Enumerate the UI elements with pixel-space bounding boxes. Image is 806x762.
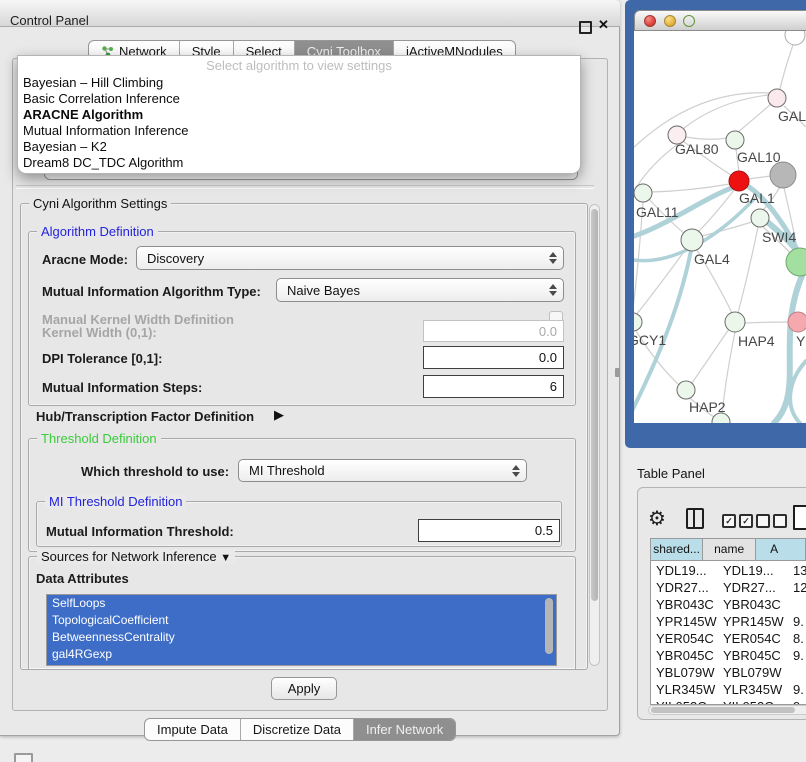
float-window-icon[interactable] <box>579 21 592 34</box>
dropdown-item[interactable]: Basic Correlation Inference <box>18 91 580 107</box>
dpi-tolerance-field[interactable]: 0.0 <box>423 346 564 369</box>
svg-text:GAL: GAL <box>778 108 806 124</box>
zoom-traffic-icon[interactable] <box>683 15 695 27</box>
svg-text:GCY1: GCY1 <box>634 332 666 348</box>
deselect-all-checks-icon[interactable] <box>756 514 787 528</box>
table-row[interactable]: YLR345W YLR345W 9. <box>651 682 806 699</box>
list-item[interactable]: BetweennessCentrality <box>47 629 556 646</box>
algorithm-dropdown-popup: Select algorithm to view settings Bayesi… <box>17 55 581 174</box>
svg-text:GAL4: GAL4 <box>694 251 730 267</box>
tab-infer-network[interactable]: Infer Network <box>353 719 455 740</box>
column-header-partial[interactable]: A <box>756 539 806 561</box>
bottom-tabbar: Impute Data Discretize Data Infer Networ… <box>144 718 456 741</box>
group-title: MI Threshold Definition <box>45 494 186 509</box>
minimize-traffic-icon[interactable] <box>664 15 676 27</box>
select-all-checks-icon[interactable]: ✓✓ <box>722 514 753 528</box>
svg-text:HAP4: HAP4 <box>738 333 775 349</box>
network-window-titlebar[interactable] <box>634 10 806 31</box>
aracne-mode-label: Aracne Mode: <box>42 252 128 267</box>
dropdown-item[interactable]: Dream8 DC_TDC Algorithm <box>18 155 580 171</box>
graph-node-labels: GAL GAL80 GAL10 GAL1 GAL11 SWI4 GAL4 GCY… <box>634 108 806 415</box>
list-scrollbar-thumb[interactable] <box>545 598 553 654</box>
aracne-mode-combo[interactable]: Discovery <box>136 246 564 270</box>
columns-icon[interactable] <box>686 508 704 529</box>
table-hscrollbar[interactable] <box>648 705 806 715</box>
mi-type-label: Mutual Information Algorithm Type: <box>42 284 261 299</box>
mi-threshold-label: Mutual Information Threshold: <box>46 524 234 539</box>
data-attributes-label: Data Attributes <box>36 571 129 586</box>
settings-scrollbar[interactable] <box>589 204 600 666</box>
list-item[interactable]: SelfLoops <box>47 595 556 612</box>
mi-steps-label: Mutual Information Steps: <box>42 380 202 395</box>
network-graph: GAL GAL80 GAL10 GAL1 GAL11 SWI4 GAL4 GCY… <box>634 31 806 423</box>
data-attributes-list[interactable]: SelfLoops TopologicalCoefficient Between… <box>46 594 557 666</box>
close-traffic-icon[interactable] <box>644 15 656 27</box>
table-row[interactable]: YDL19... YDL19... 13 <box>651 563 806 580</box>
group-title: Cyni Algorithm Settings <box>29 196 171 211</box>
column-header-shared-name[interactable]: shared... <box>651 539 703 561</box>
hub-definition-label[interactable]: Hub/Transcription Factor Definition <box>36 409 254 424</box>
minimized-panel-icon[interactable] <box>14 753 33 762</box>
mi-steps-field[interactable]: 6 <box>423 375 564 398</box>
svg-text:GAL1: GAL1 <box>739 190 775 206</box>
control-panel-titlebar[interactable] <box>0 0 620 27</box>
close-icon[interactable]: ✕ <box>598 17 609 33</box>
apply-button[interactable]: Apply <box>271 677 337 700</box>
collapse-arrow-icon[interactable]: ▼ <box>220 552 231 564</box>
scrollbar-thumb[interactable] <box>591 209 598 601</box>
gear-icon[interactable]: ⚙ <box>648 506 666 531</box>
list-item[interactable]: TopologicalCoefficient <box>47 612 556 629</box>
network-canvas[interactable]: GAL GAL80 GAL10 GAL1 GAL11 SWI4 GAL4 GCY… <box>634 31 806 423</box>
stepper-icon <box>549 284 557 296</box>
svg-text:Y: Y <box>796 333 806 349</box>
dropdown-item[interactable]: Mutual Information Inference <box>18 123 580 139</box>
dropdown-item[interactable]: Bayesian – Hill Climbing <box>18 75 580 91</box>
table-row[interactable]: YDR27... YDR27... 12 <box>651 580 806 597</box>
svg-text:SWI4: SWI4 <box>762 229 796 245</box>
node-table[interactable]: shared... name A YDL19... YDL19... 13 YD… <box>650 538 806 705</box>
kernel-width-label: Kernel Width (0,1): <box>42 325 157 340</box>
table-panel-title: Table Panel <box>637 466 705 481</box>
which-threshold-label: Which threshold to use: <box>81 464 229 479</box>
svg-text:GAL11: GAL11 <box>636 204 679 220</box>
hscrollbar-thumb[interactable] <box>651 707 795 713</box>
table-row[interactable]: YER054C YER054C 8. <box>651 631 806 648</box>
tab-discretize-data[interactable]: Discretize Data <box>240 719 353 740</box>
app-screen: Control Panel ✕ Network Style Select Cyn… <box>0 0 806 762</box>
dropdown-item[interactable]: Bayesian – K2 <box>18 139 580 155</box>
svg-text:GAL80: GAL80 <box>675 141 719 157</box>
dropdown-placeholder: Select algorithm to view settings <box>18 56 580 75</box>
group-title: Algorithm Definition <box>37 224 158 239</box>
list-item[interactable]: gal4RGexp <box>47 646 556 663</box>
table-row[interactable]: YBR045C YBR045C 9. <box>651 648 806 665</box>
dpi-tolerance-label: DPI Tolerance [0,1]: <box>42 351 162 366</box>
expand-arrow-icon[interactable]: ▶ <box>274 407 284 423</box>
control-panel-title: Control Panel <box>10 13 89 28</box>
table-header-row: shared... name A <box>651 539 806 561</box>
section-divider <box>16 185 594 189</box>
mi-type-combo[interactable]: Naive Bayes <box>276 278 564 302</box>
kernel-width-field[interactable]: 0.0 <box>423 320 564 342</box>
stepper-icon <box>549 252 557 264</box>
group-title: Threshold Definition <box>37 431 161 446</box>
stepper-icon <box>512 465 520 477</box>
dropdown-item-selected[interactable]: ARACNE Algorithm <box>18 107 580 123</box>
table-row[interactable]: YPR145W YPR145W 9. <box>651 614 806 631</box>
panel-resize-handle[interactable] <box>615 368 620 377</box>
mi-threshold-field[interactable]: 0.5 <box>418 519 560 542</box>
which-threshold-combo[interactable]: MI Threshold <box>238 459 527 482</box>
new-table-icon[interactable] <box>793 505 806 530</box>
tab-impute-data[interactable]: Impute Data <box>145 719 240 740</box>
table-row[interactable]: YBR043C YBR043C <box>651 597 806 614</box>
svg-text:HAP2: HAP2 <box>689 399 726 415</box>
group-title: Sources for Network Inference ▼ <box>37 549 235 564</box>
table-row[interactable]: YBL079W YBL079W <box>651 665 806 682</box>
svg-text:GAL10: GAL10 <box>737 149 781 165</box>
list-item-partial[interactable] <box>47 663 556 666</box>
column-header-name[interactable]: name <box>703 539 756 561</box>
